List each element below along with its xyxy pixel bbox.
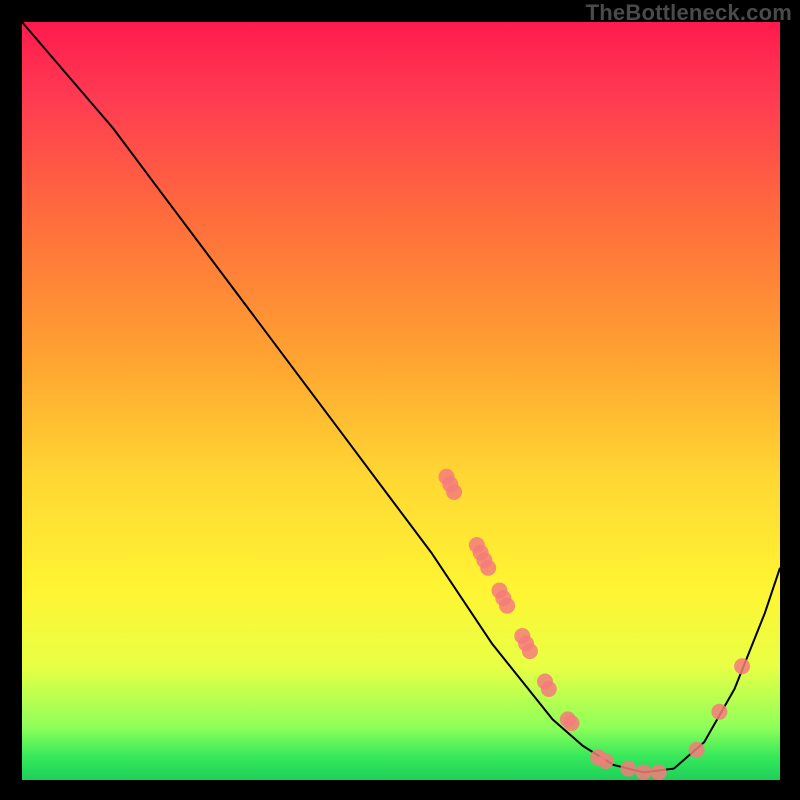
plot-area bbox=[22, 22, 780, 780]
data-point bbox=[636, 764, 652, 780]
data-point bbox=[522, 643, 538, 659]
data-point bbox=[541, 681, 557, 697]
attribution-text: TheBottleneck.com bbox=[586, 0, 792, 26]
data-point bbox=[480, 560, 496, 576]
bottleneck-curve bbox=[22, 22, 780, 772]
data-point bbox=[499, 598, 515, 614]
data-point bbox=[734, 658, 750, 674]
data-point bbox=[620, 761, 636, 777]
data-point bbox=[564, 715, 580, 731]
chart-svg bbox=[22, 22, 780, 780]
data-point bbox=[446, 484, 462, 500]
data-point bbox=[651, 764, 667, 780]
data-point bbox=[598, 753, 614, 769]
data-point bbox=[711, 704, 727, 720]
chart-stage: TheBottleneck.com bbox=[0, 0, 800, 800]
data-point bbox=[689, 742, 705, 758]
data-points bbox=[439, 469, 751, 780]
